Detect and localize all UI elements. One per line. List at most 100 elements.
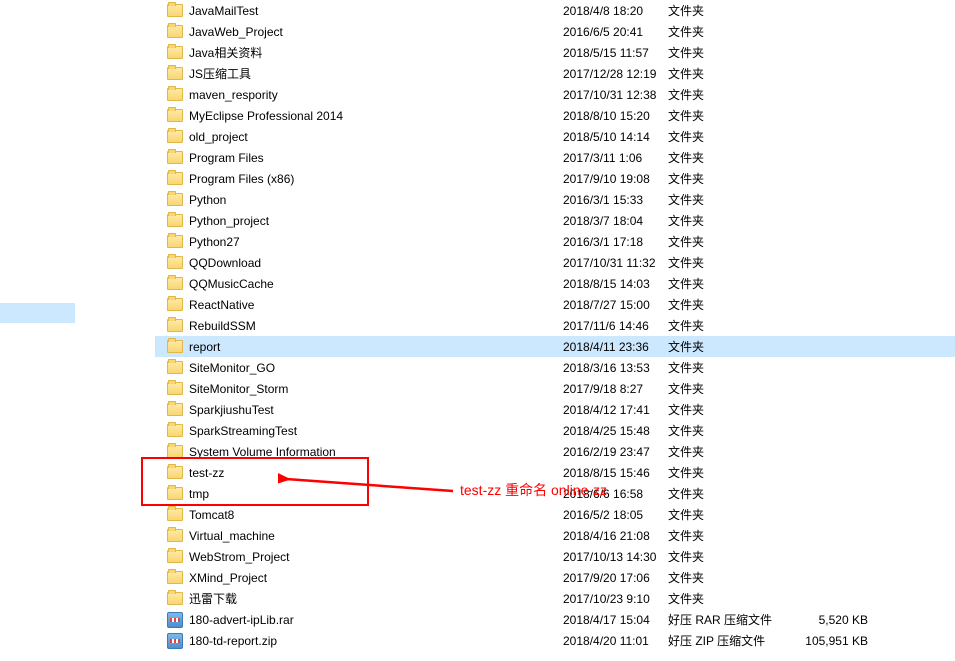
file-date: 2016/6/5 20:41	[563, 25, 668, 39]
file-row[interactable]: Python_project2018/3/7 18:04文件夹	[155, 210, 955, 231]
folder-icon	[167, 109, 183, 122]
file-type: 文件夹	[668, 233, 798, 250]
file-name: JavaWeb_Project	[185, 25, 563, 39]
file-row[interactable]: QQMusicCache2018/8/15 14:03文件夹	[155, 273, 955, 294]
file-type: 文件夹	[668, 65, 798, 82]
file-type: 文件夹	[668, 590, 798, 607]
file-row[interactable]: tmp2018/6/6 16:58文件夹	[155, 483, 955, 504]
file-name: Python_project	[185, 214, 563, 228]
file-type: 文件夹	[668, 128, 798, 145]
folder-icon	[167, 277, 183, 290]
file-row[interactable]: Program Files2017/3/11 1:06文件夹	[155, 147, 955, 168]
file-name: Program Files	[185, 151, 563, 165]
file-row[interactable]: QQDownload2017/10/31 11:32文件夹	[155, 252, 955, 273]
file-row[interactable]: maven_respority2017/10/31 12:38文件夹	[155, 84, 955, 105]
file-type: 文件夹	[668, 254, 798, 271]
file-name: 180-td-report.zip	[185, 634, 563, 648]
file-row[interactable]: 180-advert-ipLib.rar2018/4/17 15:04好压 RA…	[155, 609, 955, 630]
file-row[interactable]: SparkjiushuTest2018/4/12 17:41文件夹	[155, 399, 955, 420]
file-date: 2018/4/11 23:36	[563, 340, 668, 354]
file-date: 2017/9/18 8:27	[563, 382, 668, 396]
file-name: SparkjiushuTest	[185, 403, 563, 417]
folder-icon	[167, 130, 183, 143]
archive-rar-icon	[167, 612, 183, 628]
file-name: ReactNative	[185, 298, 563, 312]
file-date: 2018/3/16 13:53	[563, 361, 668, 375]
file-type: 文件夹	[668, 443, 798, 460]
file-type: 文件夹	[668, 401, 798, 418]
sidebar-selection[interactable]	[0, 303, 75, 323]
file-type: 文件夹	[668, 191, 798, 208]
file-row[interactable]: SiteMonitor_GO2018/3/16 13:53文件夹	[155, 357, 955, 378]
folder-icon	[167, 214, 183, 227]
file-row[interactable]: report2018/4/11 23:36文件夹	[155, 336, 955, 357]
folder-icon	[167, 529, 183, 542]
sidebar-nav	[0, 0, 155, 661]
file-name: JS压缩工具	[185, 65, 563, 82]
file-date: 2018/8/15 14:03	[563, 277, 668, 291]
file-name: Virtual_machine	[185, 529, 563, 543]
folder-icon	[167, 67, 183, 80]
file-date: 2016/5/2 18:05	[563, 508, 668, 522]
folder-icon	[167, 319, 183, 332]
file-date: 2016/3/1 17:18	[563, 235, 668, 249]
file-list-view[interactable]: JavaMailTest2018/4/8 18:20文件夹JavaWeb_Pro…	[155, 0, 955, 661]
file-date: 2017/10/31 12:38	[563, 88, 668, 102]
file-row[interactable]: Virtual_machine2018/4/16 21:08文件夹	[155, 525, 955, 546]
folder-icon	[167, 424, 183, 437]
file-row[interactable]: Java相关资料2018/5/15 11:57文件夹	[155, 42, 955, 63]
file-row[interactable]: old_project2018/5/10 14:14文件夹	[155, 126, 955, 147]
file-name: SiteMonitor_Storm	[185, 382, 563, 396]
file-row[interactable]: Python2016/3/1 15:33文件夹	[155, 189, 955, 210]
file-name: Python	[185, 193, 563, 207]
file-name: Program Files (x86)	[185, 172, 563, 186]
file-name: test-zz	[185, 466, 563, 480]
folder-icon	[167, 4, 183, 17]
file-name: 迅雷下载	[185, 590, 563, 607]
file-row[interactable]: Tomcat82016/5/2 18:05文件夹	[155, 504, 955, 525]
folder-icon	[167, 46, 183, 59]
folder-icon	[167, 361, 183, 374]
file-name: 180-advert-ipLib.rar	[185, 613, 563, 627]
folder-icon	[167, 151, 183, 164]
file-date: 2018/7/27 15:00	[563, 298, 668, 312]
file-name: Java相关资料	[185, 44, 563, 61]
file-date: 2017/9/10 19:08	[563, 172, 668, 186]
file-date: 2017/3/11 1:06	[563, 151, 668, 165]
folder-icon	[167, 550, 183, 563]
file-type: 文件夹	[668, 380, 798, 397]
file-row[interactable]: 迅雷下载2017/10/23 9:10文件夹	[155, 588, 955, 609]
file-date: 2018/5/15 11:57	[563, 46, 668, 60]
file-name: SparkStreamingTest	[185, 424, 563, 438]
file-row[interactable]: SiteMonitor_Storm2017/9/18 8:27文件夹	[155, 378, 955, 399]
file-name: maven_respority	[185, 88, 563, 102]
file-row[interactable]: ReactNative2018/7/27 15:00文件夹	[155, 294, 955, 315]
file-type: 文件夹	[668, 107, 798, 124]
file-row[interactable]: test-zz2018/8/15 15:46文件夹	[155, 462, 955, 483]
file-row[interactable]: WebStrom_Project2017/10/13 14:30文件夹	[155, 546, 955, 567]
file-row[interactable]: JavaWeb_Project2016/6/5 20:41文件夹	[155, 21, 955, 42]
folder-icon	[167, 298, 183, 311]
file-date: 2018/6/6 16:58	[563, 487, 668, 501]
file-row[interactable]: JavaMailTest2018/4/8 18:20文件夹	[155, 0, 955, 21]
file-row[interactable]: 180-td-report.zip2018/4/20 11:01好压 ZIP 压…	[155, 630, 955, 651]
file-date: 2017/12/28 12:19	[563, 67, 668, 81]
file-type: 文件夹	[668, 86, 798, 103]
folder-icon	[167, 571, 183, 584]
file-name: QQMusicCache	[185, 277, 563, 291]
file-date: 2018/4/20 11:01	[563, 634, 668, 648]
file-row[interactable]: MyEclipse Professional 20142018/8/10 15:…	[155, 105, 955, 126]
file-date: 2018/4/8 18:20	[563, 4, 668, 18]
file-row[interactable]: JS压缩工具2017/12/28 12:19文件夹	[155, 63, 955, 84]
file-row[interactable]: Program Files (x86)2017/9/10 19:08文件夹	[155, 168, 955, 189]
file-name: Python27	[185, 235, 563, 249]
file-name: Tomcat8	[185, 508, 563, 522]
file-row[interactable]: XMind_Project2017/9/20 17:06文件夹	[155, 567, 955, 588]
folder-icon	[167, 403, 183, 416]
file-row[interactable]: System Volume Information2016/2/19 23:47…	[155, 441, 955, 462]
file-name: old_project	[185, 130, 563, 144]
file-row[interactable]: RebuildSSM2017/11/6 14:46文件夹	[155, 315, 955, 336]
file-row[interactable]: Python272016/3/1 17:18文件夹	[155, 231, 955, 252]
file-date: 2018/8/15 15:46	[563, 466, 668, 480]
file-row[interactable]: SparkStreamingTest2018/4/25 15:48文件夹	[155, 420, 955, 441]
